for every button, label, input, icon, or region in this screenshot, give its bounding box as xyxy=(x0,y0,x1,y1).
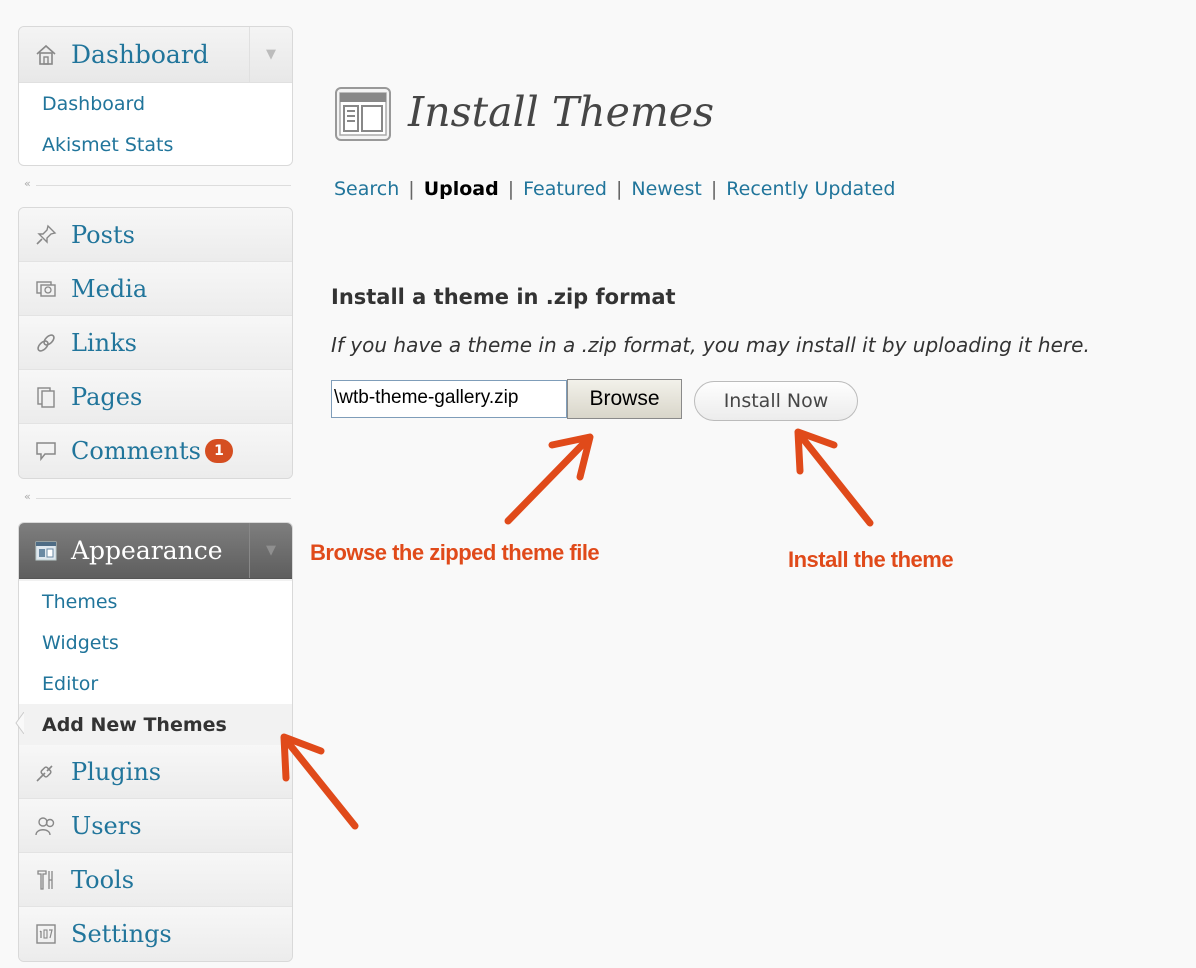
comment-icon xyxy=(31,438,61,464)
appearance-icon xyxy=(31,538,61,564)
dashboard-submenu: Dashboard Akismet Stats xyxy=(19,83,292,165)
appearance-submenu: Themes Widgets Editor Add New Themes xyxy=(19,581,292,745)
menu-pages-label: Pages xyxy=(71,382,143,411)
install-arrow-icon xyxy=(794,428,874,527)
menu-separator[interactable]: « xyxy=(18,177,291,192)
themes-page-icon xyxy=(334,85,392,143)
submenu-dashboard[interactable]: Dashboard xyxy=(19,83,292,124)
collapse-arrow-icon: « xyxy=(24,490,31,503)
submenu-akismet-stats[interactable]: Akismet Stats xyxy=(19,124,292,165)
settings-icon xyxy=(31,921,61,947)
link-icon xyxy=(31,330,61,356)
page-title: Install Themes xyxy=(408,88,715,136)
plugin-icon xyxy=(31,759,61,785)
menu-settings-label: Settings xyxy=(71,920,172,948)
menu-comments[interactable]: Comments 1 xyxy=(19,424,292,478)
menu-pages[interactable]: Pages xyxy=(19,370,292,424)
add-new-themes-arrow-icon xyxy=(280,733,359,830)
users-icon xyxy=(31,813,61,839)
menu-dashboard-label: Dashboard xyxy=(71,40,209,69)
install-callout: Install the theme xyxy=(788,547,954,572)
menu-users[interactable]: Users xyxy=(19,799,292,853)
tab-recently-updated[interactable]: Recently Updated xyxy=(726,178,895,200)
appearance-menu: Appearance ▼ Themes Widgets Editor Add N… xyxy=(18,522,293,962)
content-menu: Posts Media Links Pages Comments 1 xyxy=(18,207,293,479)
menu-comments-label: Comments xyxy=(71,437,201,465)
menu-dashboard[interactable]: Dashboard ▼ xyxy=(19,27,292,83)
nav-separator: | xyxy=(710,178,718,200)
comment-count-badge: 1 xyxy=(204,439,233,463)
dashboard-menu: Dashboard ▼ Dashboard Akismet Stats xyxy=(18,26,293,166)
tools-icon xyxy=(31,867,61,893)
menu-plugins[interactable]: Plugins xyxy=(19,745,292,799)
menu-links-label: Links xyxy=(71,328,137,357)
menu-posts-label: Posts xyxy=(71,220,135,249)
submenu-editor[interactable]: Editor xyxy=(19,663,292,704)
menu-posts[interactable]: Posts xyxy=(19,208,292,262)
install-now-button[interactable]: Install Now xyxy=(694,381,858,421)
menu-media[interactable]: Media xyxy=(19,262,292,316)
theme-install-nav: Search | Upload | Featured | Newest | Recently U… xyxy=(334,178,895,200)
nav-separator: | xyxy=(408,178,415,200)
browse-arrow-icon xyxy=(504,433,594,525)
theme-file-input[interactable]: \wtb-theme-gallery.zip xyxy=(331,380,567,418)
upload-heading: Install a theme in .zip format xyxy=(331,285,676,309)
menu-separator[interactable]: « xyxy=(18,490,291,505)
submenu-widgets[interactable]: Widgets xyxy=(19,622,292,663)
pushpin-icon xyxy=(31,222,61,248)
menu-plugins-label: Plugins xyxy=(71,757,162,786)
media-icon xyxy=(31,276,61,302)
chevron-down-icon[interactable]: ▼ xyxy=(249,523,292,578)
tab-search[interactable]: Search xyxy=(334,178,399,200)
menu-appearance[interactable]: Appearance ▼ xyxy=(19,523,292,579)
submenu-add-new-themes[interactable]: Add New Themes xyxy=(19,704,292,745)
menu-media-label: Media xyxy=(71,274,148,303)
menu-settings[interactable]: Settings xyxy=(19,907,292,961)
menu-appearance-label: Appearance xyxy=(71,536,223,565)
tab-newest[interactable]: Newest xyxy=(631,178,701,200)
upload-description: If you have a theme in a .zip format, yo… xyxy=(331,333,1090,357)
submenu-themes[interactable]: Themes xyxy=(19,581,292,622)
chevron-down-icon[interactable]: ▼ xyxy=(249,27,292,82)
menu-users-label: Users xyxy=(71,811,142,840)
browse-button[interactable]: Browse xyxy=(567,379,682,419)
collapse-arrow-icon: « xyxy=(24,177,31,190)
browse-callout: Browse the zipped theme file xyxy=(310,540,600,565)
menu-links[interactable]: Links xyxy=(19,316,292,370)
current-item-pointer xyxy=(15,712,24,734)
nav-separator: | xyxy=(507,178,515,200)
pages-icon xyxy=(31,384,61,410)
menu-tools[interactable]: Tools xyxy=(19,853,292,907)
home-icon xyxy=(31,42,61,68)
tab-upload[interactable]: Upload xyxy=(424,178,499,200)
nav-separator: | xyxy=(615,178,623,200)
tab-featured[interactable]: Featured xyxy=(523,178,607,200)
menu-tools-label: Tools xyxy=(71,865,135,894)
